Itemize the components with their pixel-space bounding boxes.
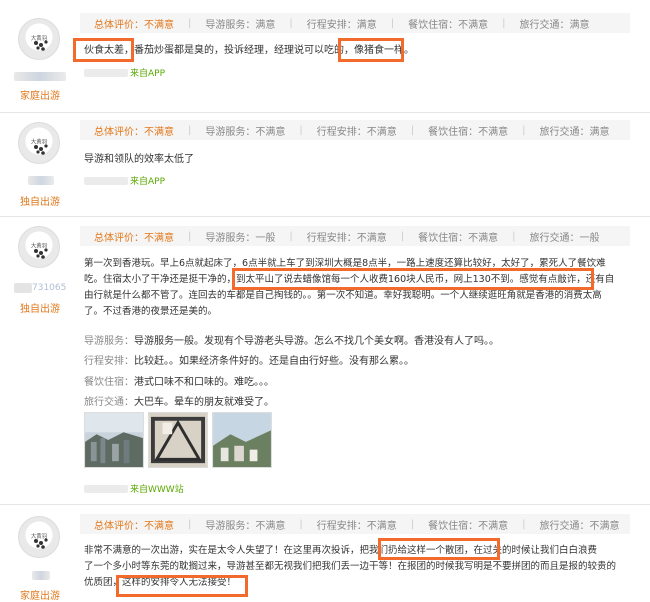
sub-label: 行程安排： [84, 356, 134, 367]
avatar[interactable]: 大黄羽 [18, 226, 60, 268]
guide-rating: 导游服务：不满意 [205, 126, 286, 138]
guide-rating: 导游服务：一般 [205, 232, 276, 244]
review-photo[interactable] [148, 412, 208, 468]
rating-bar: 总体评价：不满意 | 导游服务：不满意 | 行程安排：不满意 | 餐饮住宿：不满… [80, 514, 630, 534]
transport-rating: 旅行交通：一般 [529, 232, 600, 244]
divider: | [410, 124, 415, 136]
avatar[interactable]: 大黄羽 [18, 122, 60, 164]
highlight-box [378, 538, 500, 560]
sub-rating-guide: 导游服务：导游服务一般。发现有个导游老头导游。怎么不找几个美女啊。香港没有人了吗… [84, 332, 499, 347]
sub-text: 比较赶。。如果经济条件好的。还是自由行好些。没有那么累。。 [134, 356, 414, 367]
sub-label: 旅行交通： [84, 397, 134, 408]
divider [0, 216, 650, 217]
guide-rating: 导游服务：不满意 [205, 520, 286, 532]
divider [0, 112, 650, 113]
avatar-label: 大黄羽 [30, 35, 48, 42]
transport-rating: 旅行交通：满意 [519, 19, 590, 31]
dining-rating: 餐饮住宿：不满意 [408, 19, 489, 31]
avatar-label: 大黄羽 [30, 533, 48, 540]
divider: | [188, 17, 192, 29]
dining-rating: 餐饮住宿：不满意 [418, 232, 499, 244]
divider: | [390, 17, 395, 29]
highlight-box [338, 38, 404, 62]
travel-type: 家庭出游 [20, 91, 60, 102]
avatar[interactable]: 大黄羽 [18, 18, 60, 60]
schedule-rating: 行程安排：不满意 [306, 232, 387, 244]
transport-rating: 旅行交通：满意 [539, 126, 610, 138]
sub-label: 餐饮住宿： [84, 377, 134, 388]
review-source: 来自APP [84, 174, 165, 187]
overall-rating: 总体评价：不满意 [94, 232, 174, 244]
avatar-label: 大黄羽 [30, 243, 48, 250]
rating-bar: 总体评价：不满意 | 导游服务：一般 | 行程安排：不满意 | 餐饮住宿：不满意… [80, 226, 630, 246]
highlight-box [73, 38, 134, 62]
sub-rating-dining: 餐饮住宿：港式口味不和口味的。难吃。。。 [84, 373, 274, 388]
overall-rating: 总体评价：不满意 [94, 126, 174, 138]
schedule-rating: 行程安排：不满意 [316, 126, 397, 138]
username[interactable] [32, 571, 50, 580]
divider: | [289, 230, 293, 242]
avatar[interactable]: 大黄羽 [18, 516, 60, 558]
travel-type: 独自出游 [20, 197, 60, 208]
guide-rating: 导游服务：满意 [205, 19, 276, 31]
source-blur [84, 68, 128, 77]
avatar-label: 大黄羽 [30, 139, 48, 146]
sub-text: 港式口味不和口味的。难吃。。。 [134, 377, 274, 388]
username[interactable] [14, 72, 66, 81]
sub-rating-schedule: 行程安排：比较赶。。如果经济条件好的。还是自由行好些。没有那么累。。 [84, 352, 414, 367]
divider [0, 504, 650, 505]
highlight-box [116, 575, 248, 597]
divider: | [522, 124, 526, 136]
review-source: 来自WWW站 [84, 482, 184, 495]
sub-rating-transport: 旅行交通：大巴车。晕车的朋友就难受了。 [84, 393, 274, 408]
source-label: 来自WWW站 [130, 485, 184, 495]
source-label: 来自APP [130, 177, 166, 187]
divider: | [512, 230, 516, 242]
dining-rating: 餐饮住宿：不满意 [428, 126, 509, 138]
username[interactable] [28, 176, 54, 185]
sub-text: 导游服务一般。发现有个导游老头导游。怎么不找几个美女啊。香港没有人了吗。。 [134, 336, 499, 347]
divider: | [289, 17, 293, 29]
source-blur [84, 176, 128, 185]
divider: | [502, 17, 506, 29]
review-text-line: 非常不满意的一次出游，实在是太令人失望了！在这里再次投诉，把我们扔给这样一个散团… [84, 545, 598, 556]
username-blur: xx [14, 283, 32, 293]
divider: | [410, 518, 415, 530]
review-text: 导游和领队的效率太低了 [84, 154, 194, 165]
sub-text: 大巴车。晕车的朋友就难受了。 [134, 397, 274, 408]
divider: | [522, 518, 526, 530]
highlight-box [232, 268, 594, 290]
username-partial: 731065 [32, 283, 67, 293]
review-text-line: 由行就是什么都不管了。连回去的车都是自己掏钱的。。第一次不知道。幸好我聪明。一个… [84, 290, 602, 301]
travel-type: 独自出游 [20, 304, 60, 315]
transport-rating: 旅行交通：不满意 [539, 520, 620, 532]
source-label: 来自APP [130, 69, 166, 79]
review-photo[interactable] [212, 412, 272, 468]
rating-bar: 总体评价：不满意 | 导游服务：不满意 | 行程安排：不满意 | 餐饮住宿：不满… [80, 120, 630, 140]
review-photo[interactable] [84, 412, 144, 468]
divider: | [299, 518, 303, 530]
rating-bar: 总体评价：不满意 | 导游服务：满意 | 行程安排：满意 | 餐饮住宿：不满意 … [80, 13, 630, 33]
source-blur [84, 484, 128, 493]
username[interactable]: xx731065 [14, 283, 66, 293]
review-text-line: 了一个多小时等东莞的耽搁过来，导游甚至都无视我们把我们丢一边干等！在报团的时候我… [84, 561, 617, 572]
divider: | [188, 518, 192, 530]
divider: | [400, 230, 405, 242]
overall-rating: 总体评价：不满意 [94, 19, 174, 31]
divider: | [299, 124, 303, 136]
schedule-rating: 行程安排：满意 [306, 19, 377, 31]
review-text-line: 了。不过香港的夜景还是美的。 [84, 306, 218, 317]
sub-label: 导游服务： [84, 336, 134, 347]
divider: | [188, 230, 192, 242]
review-source: 来自APP [84, 66, 165, 79]
divider: | [188, 124, 192, 136]
overall-rating: 总体评价：不满意 [94, 520, 174, 532]
dining-rating: 餐饮住宿：不满意 [428, 520, 509, 532]
schedule-rating: 行程安排：不满意 [316, 520, 397, 532]
